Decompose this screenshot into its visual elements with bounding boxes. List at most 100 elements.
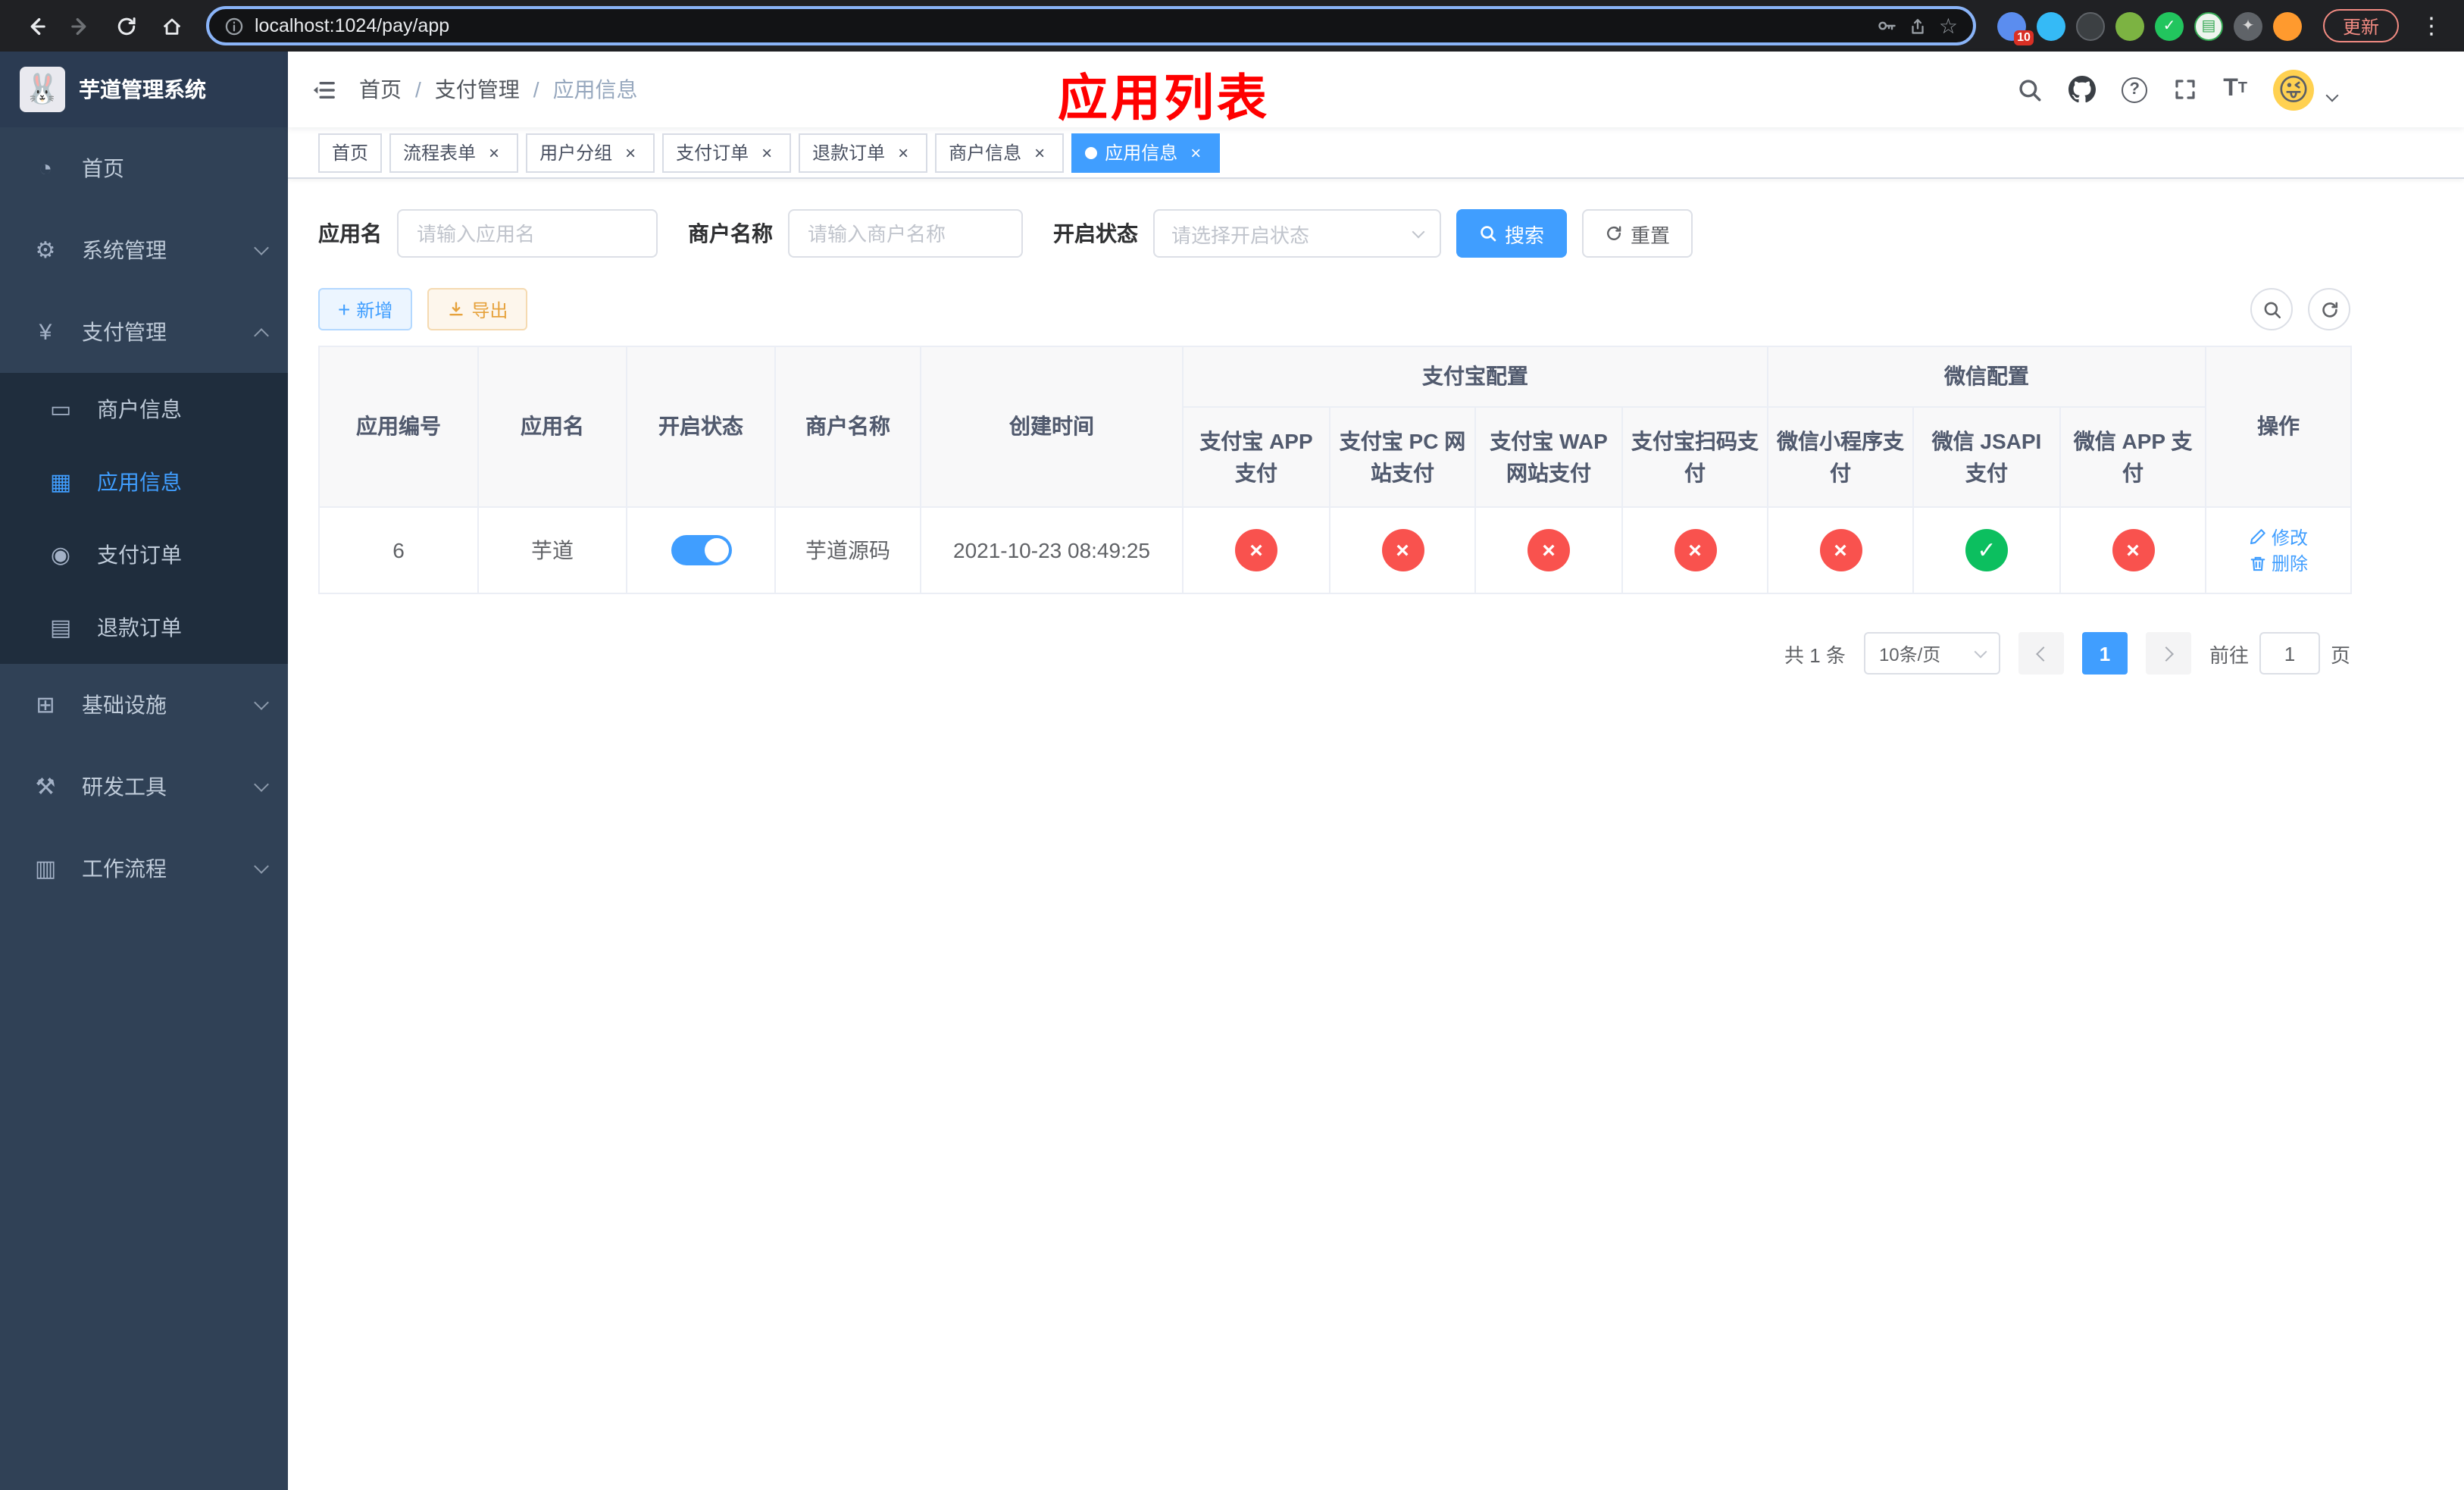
extension-icon-2[interactable] — [2036, 11, 2065, 40]
cell-alipay-pc: × — [1329, 506, 1476, 594]
status-toggle[interactable] — [671, 535, 731, 565]
hide-search-icon[interactable] — [2250, 288, 2293, 330]
search-button[interactable]: 搜索 — [1456, 209, 1568, 258]
status-label: 开启状态 — [1053, 221, 1138, 246]
browser-menu-icon[interactable]: ⋮ — [2414, 12, 2449, 39]
current-page-button[interactable]: 1 — [2081, 632, 2128, 675]
breadcrumb-home[interactable]: 首页 — [359, 74, 402, 105]
app-name-input[interactable] — [397, 209, 658, 258]
sidebar-item-workflow[interactable]: ▥ 工作流程 — [0, 828, 288, 909]
sidebar-item-infrastructure[interactable]: ⊞ 基础设施 — [0, 664, 288, 746]
refresh-icon[interactable] — [2308, 288, 2350, 330]
yen-icon: ¥ — [39, 319, 52, 345]
site-info-icon[interactable] — [224, 16, 244, 36]
prev-page-button[interactable] — [2018, 632, 2064, 675]
goto-page-input[interactable] — [2259, 632, 2320, 675]
sidebar-item-devtools[interactable]: ⚒ 研发工具 — [0, 746, 288, 828]
extension-icon-5[interactable]: ✓ — [2154, 11, 2184, 40]
sidebar-item-merchant-info[interactable]: ▭ 商户信息 — [0, 373, 288, 446]
bookmark-star-icon[interactable]: ☆ — [1939, 15, 1958, 36]
extension-icon-1[interactable]: 10 — [1997, 11, 2034, 45]
tab-close-icon[interactable] — [1185, 142, 1206, 163]
status-icon: × — [1527, 529, 1570, 571]
breadcrumb-current: 应用信息 — [552, 77, 638, 102]
logo-bar[interactable]: 🐰 芋道管理系统 — [0, 52, 288, 127]
tools-icon: ⚒ — [35, 775, 56, 800]
sidebar-item-refund-order[interactable]: ▤ 退款订单 — [0, 591, 288, 664]
url-bar[interactable]: localhost:1024/pay/app ☆ — [206, 6, 1976, 45]
back-button[interactable] — [15, 6, 55, 45]
tab-user-group[interactable]: 用户分组 — [526, 133, 655, 172]
group-alipay-config: 支付宝配置 — [1182, 346, 1768, 408]
col-wechat-app: 微信 APP 支付 — [2059, 406, 2207, 508]
tab-refund-order[interactable]: 退款订单 — [799, 133, 928, 172]
tab-app-info[interactable]: 应用信息 — [1071, 133, 1221, 172]
tab-process-form[interactable]: 流程表单 — [389, 133, 519, 172]
cell-alipay-wap: × — [1474, 506, 1623, 594]
avatar-caret-icon[interactable] — [2325, 89, 2339, 102]
cell-wechat-app: × — [2059, 506, 2207, 594]
browser-update-button[interactable]: 更新 — [2322, 9, 2399, 42]
chevron-up-icon — [254, 327, 269, 343]
page-title-marker: 应用列表 — [1058, 70, 1270, 126]
pagination: 共 1 条 10条/页 1 前往 页 — [318, 632, 2350, 675]
chevron-down-icon — [254, 777, 269, 792]
breadcrumb-separator: / — [415, 77, 421, 102]
search-icon[interactable] — [2017, 77, 2043, 102]
add-button[interactable]: 新增 — [318, 288, 413, 330]
password-key-icon[interactable] — [1877, 15, 1898, 36]
github-icon[interactable] — [2068, 76, 2097, 103]
tab-close-icon[interactable] — [620, 142, 641, 163]
home-button[interactable] — [152, 6, 191, 45]
active-tab-dot — [1085, 146, 1098, 158]
cell-alipay-app: × — [1182, 506, 1330, 594]
infrastructure-icon: ⊞ — [36, 693, 55, 718]
help-icon[interactable] — [2122, 77, 2148, 102]
tab-close-icon[interactable] — [893, 142, 914, 163]
reload-button[interactable] — [106, 6, 145, 45]
sidebar-item-payment[interactable]: ¥ 支付管理 — [0, 291, 288, 373]
col-alipay-wap: 支付宝 WAP 网站支付 — [1474, 406, 1623, 508]
fullscreen-icon[interactable] — [2173, 77, 2197, 102]
hamburger-icon[interactable] — [288, 52, 359, 127]
col-app-id: 应用编号 — [318, 346, 479, 508]
profile-avatar-icon[interactable] — [2272, 11, 2302, 40]
extension-icon-3[interactable] — [2075, 11, 2105, 40]
extension-icon-7[interactable]: ✦ — [2233, 11, 2262, 40]
sidebar-item-system[interactable]: ⚙ 系统管理 — [0, 209, 288, 291]
status-select[interactable]: 请选择开启状态 — [1153, 209, 1441, 258]
navbar-actions: 😜 — [2017, 69, 2339, 110]
tab-close-icon[interactable] — [1029, 142, 1050, 163]
export-button[interactable]: 导出 — [427, 288, 528, 330]
breadcrumb-separator: / — [533, 77, 539, 102]
breadcrumb-payment[interactable]: 支付管理 — [435, 74, 520, 105]
tab-pay-order[interactable]: 支付订单 — [662, 133, 792, 172]
page-size-select[interactable]: 10条/页 — [1863, 632, 2000, 675]
app-title: 芋道管理系统 — [79, 77, 206, 102]
share-icon[interactable] — [1909, 16, 1928, 36]
col-created: 创建时间 — [920, 346, 1184, 508]
forward-button[interactable] — [61, 6, 100, 45]
tab-close-icon[interactable] — [483, 142, 505, 163]
font-size-icon[interactable] — [2223, 77, 2247, 102]
edit-button[interactable]: 修改 — [2249, 524, 2308, 549]
delete-button[interactable]: 删除 — [2249, 550, 2308, 576]
tab-close-icon[interactable] — [756, 142, 777, 163]
col-app-name: 应用名 — [477, 346, 627, 508]
screen: localhost:1024/pay/app ☆ 10 ✓ ▤ ✦ 更新 ⋮ 🐰… — [0, 0, 2464, 1490]
total-count: 共 1 条 — [1784, 643, 1846, 666]
extension-icon-6[interactable]: ▤ — [2194, 11, 2223, 40]
url-text[interactable]: localhost:1024/pay/app — [255, 15, 1866, 36]
sidebar-item-app-info[interactable]: ▦ 应用信息 — [0, 446, 288, 518]
next-page-button[interactable] — [2145, 632, 2191, 675]
tab-merchant-info[interactable]: 商户信息 — [935, 133, 1065, 172]
chevron-down-icon — [254, 859, 269, 874]
sidebar-item-home[interactable]: ◔ 首页 — [0, 127, 288, 209]
reset-button[interactable]: 重置 — [1582, 209, 1693, 258]
user-avatar[interactable]: 😜 — [2273, 69, 2314, 110]
tab-home[interactable]: 首页 — [318, 133, 383, 172]
extension-icon-4[interactable] — [2115, 11, 2144, 40]
sidebar-item-pay-order[interactable]: ◉ 支付订单 — [0, 518, 288, 591]
breadcrumb: 首页 / 支付管理 / 应用信息 — [359, 74, 638, 105]
merchant-name-input[interactable] — [788, 209, 1023, 258]
